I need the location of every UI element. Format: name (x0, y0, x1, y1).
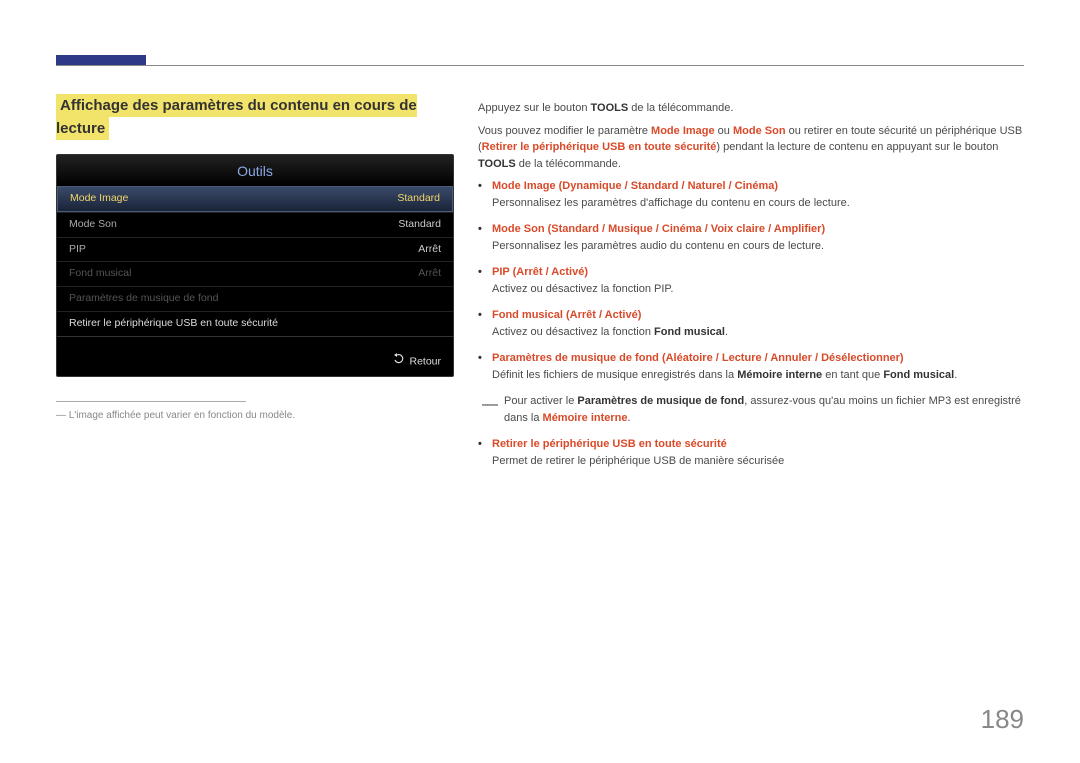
outils-panel: Outils Mode Image Standard Mode Son Stan… (56, 154, 454, 377)
bullet-fond-musical: Fond musical (Arrêt / Activé) Activez ou… (478, 307, 1026, 340)
footnote-text: L'image affichée peut varier en fonction… (69, 410, 295, 421)
page-number: 189 (981, 700, 1024, 739)
outils-footer-label: Retour (409, 355, 441, 367)
bullet-list: Mode Image (Dynamique / Standard / Natur… (478, 178, 1026, 383)
outils-value: Arrêt (418, 242, 441, 258)
outils-title: Outils (57, 155, 453, 186)
bullet-mode-son: Mode Son (Standard / Musique / Cinéma / … (478, 221, 1026, 254)
outils-row-mode-image: Mode Image Standard (57, 186, 453, 212)
outils-row-retirer-usb: Retirer le périphérique USB en toute séc… (57, 311, 453, 336)
note: Pour activer le Paramètres de musique de… (478, 393, 1026, 426)
outils-row-mode-son: Mode Son Standard (57, 212, 453, 237)
footnote-dash: ― (56, 410, 66, 421)
outils-value: Arrêt (418, 266, 441, 282)
return-icon (393, 353, 405, 371)
para-1: Appuyez sur le bouton TOOLS de la téléco… (478, 100, 1026, 117)
bullet-list-2: Retirer le périphérique USB en toute séc… (478, 436, 1026, 469)
outils-row-pip: PIP Arrêt (57, 237, 453, 262)
footnote: ― L'image affichée peut varier en foncti… (56, 408, 456, 423)
bullet-pip: PIP (Arrêt / Activé) Activez ou désactiv… (478, 264, 1026, 297)
bullet-retirer-usb: Retirer le périphérique USB en toute séc… (478, 436, 1026, 469)
outils-label: Fond musical (69, 266, 131, 282)
bullet-parametres-musique: Paramètres de musique de fond (Aléatoire… (478, 350, 1026, 383)
outils-value: Standard (397, 191, 440, 207)
outils-label: Mode Son (69, 217, 117, 233)
outils-label: Paramètres de musique de fond (69, 291, 218, 307)
bullet-mode-image: Mode Image (Dynamique / Standard / Natur… (478, 178, 1026, 211)
outils-row-fond-musical: Fond musical Arrêt (57, 261, 453, 286)
outils-value: Standard (398, 217, 441, 233)
outils-row-parametres-musique: Paramètres de musique de fond (57, 286, 453, 311)
outils-footer: Retour (57, 336, 453, 377)
para-2: Vous pouvez modifier le paramètre Mode I… (478, 123, 1026, 173)
outils-label: Mode Image (70, 191, 128, 207)
top-rule (56, 65, 1024, 66)
section-title: Affichage des paramètres du contenu en c… (56, 94, 417, 140)
footnote-rule (56, 401, 246, 402)
accent-bar (56, 55, 146, 65)
section-title-wrap: Affichage des paramètres du contenu en c… (56, 95, 456, 140)
right-column: Appuyez sur le bouton TOOLS de la téléco… (478, 100, 1026, 479)
left-column: Affichage des paramètres du contenu en c… (56, 95, 456, 423)
outils-label: Retirer le périphérique USB en toute séc… (69, 316, 278, 332)
outils-label: PIP (69, 242, 86, 258)
